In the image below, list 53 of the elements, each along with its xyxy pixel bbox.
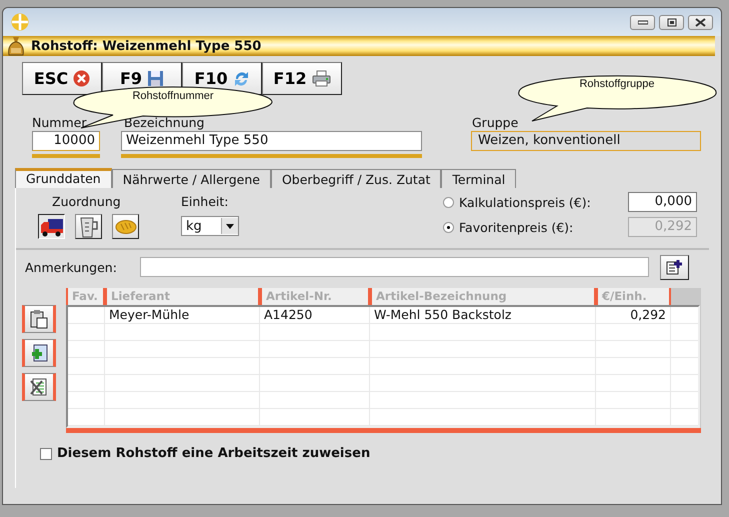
maximize-icon: [666, 18, 676, 26]
unit-label: Einheit:: [181, 194, 230, 209]
group-field: Weizen, konventionell: [471, 131, 701, 151]
note-add-icon: [666, 259, 684, 275]
add-row-button[interactable]: [22, 339, 56, 367]
table-cell: W-Mehl 550 Backstolz: [370, 307, 596, 323]
add-row-icon: [29, 343, 49, 363]
table-cell: A14250: [260, 307, 370, 323]
close-button[interactable]: [688, 14, 713, 30]
delete-row-icon: [29, 377, 49, 397]
minimize-button[interactable]: [630, 14, 655, 30]
print-button[interactable]: F12: [262, 62, 342, 95]
delete-row-button[interactable]: [22, 373, 56, 401]
flour-sack-icon: [7, 36, 25, 56]
tab[interactable]: Terminal: [441, 169, 516, 188]
assignment-button[interactable]: [38, 214, 65, 239]
maximize-button[interactable]: [659, 14, 684, 30]
cancel-button[interactable]: ESC: [22, 62, 102, 95]
save-icon: [147, 70, 164, 87]
notes-label: Anmerkungen:: [25, 260, 118, 274]
assignment-button[interactable]: [112, 214, 139, 239]
jug-icon: [78, 216, 98, 238]
add-note-button[interactable]: [660, 254, 689, 280]
price-radio[interactable]: Kalkulationspreis (€):: [443, 194, 628, 210]
table-cell: Meyer-Mühle: [105, 307, 260, 323]
field-label: Gruppe: [472, 115, 518, 129]
window-title: Rohstoff: Weizenmehl Type 550: [31, 38, 262, 54]
price-field[interactable]: 0,000: [628, 192, 697, 212]
paste-button[interactable]: [22, 305, 56, 333]
app-icon: [11, 13, 29, 31]
section-label: Zuordnung: [52, 194, 121, 209]
tab[interactable]: Oberbegriff / Zus. Zutat: [270, 169, 442, 188]
work-time-checkbox[interactable]: Diesem Rohstoff eine Arbeitszeit zuweisen: [40, 446, 370, 461]
notes-field[interactable]: [140, 257, 649, 277]
tab[interactable]: Grunddaten: [15, 168, 112, 188]
cancel-icon: [73, 70, 90, 87]
minimize-icon: [638, 19, 648, 25]
truck-icon: [40, 216, 64, 236]
field-label: Nummer: [32, 115, 88, 129]
assignment-button[interactable]: [75, 214, 102, 239]
caret-icon: [226, 224, 234, 228]
bread-icon: [114, 218, 136, 234]
name-field[interactable]: Weizenmehl Type 550: [121, 131, 422, 151]
close-icon: [695, 18, 706, 26]
refresh-icon: [232, 70, 250, 87]
printer-icon: [312, 70, 331, 87]
unit-dropdown[interactable]: kg: [181, 216, 239, 236]
number-field[interactable]: 10000: [32, 131, 100, 151]
clipboard-icon: [29, 309, 49, 329]
table-cell: 0,292: [596, 307, 671, 323]
price-field: 0,292: [628, 217, 697, 237]
tab[interactable]: Nährwerte / Allergene: [112, 169, 271, 188]
field-label: Bezeichnung: [124, 115, 206, 129]
